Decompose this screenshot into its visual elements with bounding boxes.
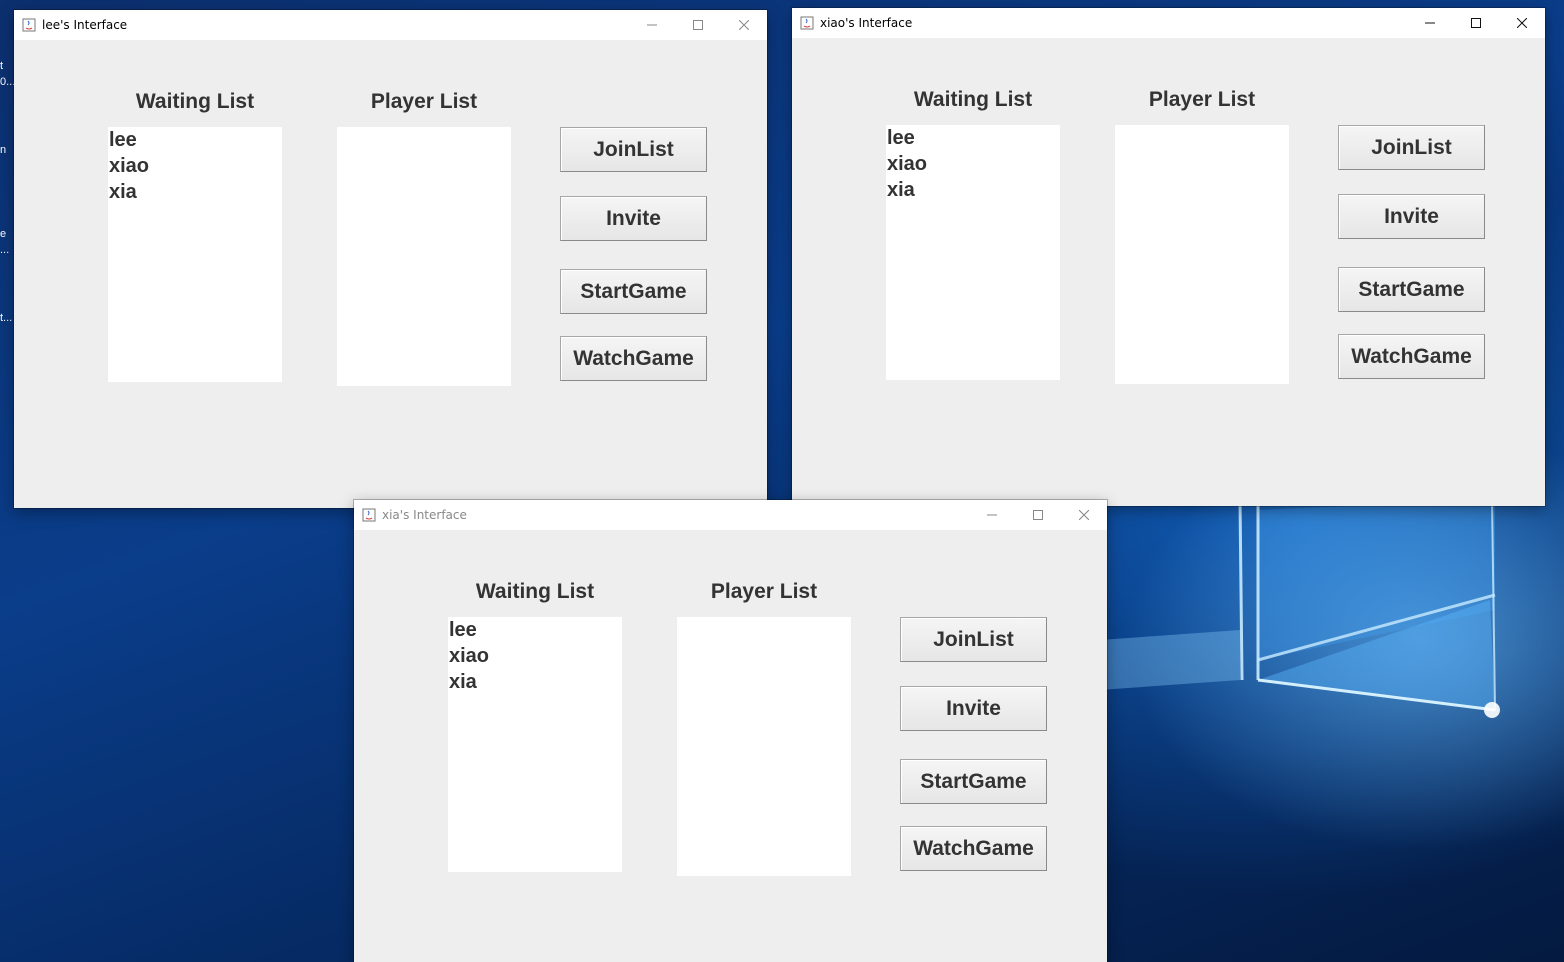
invite-button[interactable]: Invite: [900, 686, 1047, 731]
waiting-list[interactable]: lee xiao xia: [886, 125, 1060, 380]
title-bar[interactable]: xia's Interface: [354, 500, 1107, 530]
startgame-button[interactable]: StartGame: [560, 269, 707, 314]
joinlist-button[interactable]: JoinList: [900, 617, 1047, 662]
close-button[interactable]: [721, 10, 767, 40]
minimize-button[interactable]: [969, 500, 1015, 530]
minimize-icon: [1425, 22, 1435, 24]
desktop-icon-label[interactable]: ...: [0, 244, 9, 256]
window-xia[interactable]: xia's Interface Waiting List Player List…: [354, 500, 1107, 962]
waiting-list[interactable]: lee xiao xia: [448, 617, 622, 872]
startgame-button[interactable]: StartGame: [1338, 267, 1485, 312]
minimize-button[interactable]: [629, 10, 675, 40]
invite-button[interactable]: Invite: [1338, 194, 1485, 239]
desktop-icon-label[interactable]: n: [0, 144, 6, 156]
maximize-button[interactable]: [675, 10, 721, 40]
joinlist-button[interactable]: JoinList: [1338, 125, 1485, 170]
java-icon: [22, 18, 36, 32]
player-list-heading: Player List: [370, 90, 478, 113]
close-button[interactable]: [1061, 500, 1107, 530]
window-xiao[interactable]: xiao's Interface Waiting List Player Lis…: [792, 8, 1545, 506]
close-icon: [739, 20, 749, 30]
list-item[interactable]: xiao: [108, 153, 282, 179]
list-item[interactable]: lee: [448, 617, 622, 643]
watchgame-button[interactable]: WatchGame: [900, 826, 1047, 871]
waiting-list-heading: Waiting List: [475, 580, 595, 603]
watchgame-button[interactable]: WatchGame: [1338, 334, 1485, 379]
player-list[interactable]: [1115, 125, 1289, 384]
list-item[interactable]: lee: [886, 125, 1060, 151]
maximize-icon: [693, 20, 703, 30]
desktop-icon-label[interactable]: e: [0, 228, 6, 240]
java-icon: [362, 508, 376, 522]
player-list[interactable]: [337, 127, 511, 386]
watchgame-button[interactable]: WatchGame: [560, 336, 707, 381]
window-title: xia's Interface: [382, 508, 467, 522]
desktop-icon-label[interactable]: 0...: [0, 76, 15, 88]
waiting-list-heading: Waiting List: [135, 90, 255, 113]
window-title: lee's Interface: [42, 18, 128, 32]
title-bar[interactable]: lee's Interface: [14, 10, 767, 40]
minimize-icon: [987, 514, 997, 516]
joinlist-button[interactable]: JoinList: [560, 127, 707, 172]
list-item[interactable]: xia: [448, 669, 622, 695]
player-list-heading: Player List: [1148, 88, 1256, 111]
list-item[interactable]: xia: [886, 177, 1060, 203]
java-icon: [800, 16, 814, 30]
list-item[interactable]: xia: [108, 179, 282, 205]
close-icon: [1517, 18, 1527, 28]
list-item[interactable]: lee: [108, 127, 282, 153]
maximize-icon: [1471, 18, 1481, 28]
list-item[interactable]: xiao: [886, 151, 1060, 177]
window-lee[interactable]: lee's Interface Waiting List Player List…: [14, 10, 767, 508]
title-bar[interactable]: xiao's Interface: [792, 8, 1545, 38]
minimize-icon: [647, 24, 657, 26]
close-button[interactable]: [1499, 8, 1545, 38]
desktop-icon-label[interactable]: t: [0, 60, 3, 72]
close-icon: [1079, 510, 1089, 520]
waiting-list-heading: Waiting List: [913, 88, 1033, 111]
maximize-button[interactable]: [1015, 500, 1061, 530]
desktop-icon-label[interactable]: t...: [0, 312, 12, 324]
maximize-button[interactable]: [1453, 8, 1499, 38]
window-title: xiao's Interface: [820, 16, 913, 30]
startgame-button[interactable]: StartGame: [900, 759, 1047, 804]
windows-logo-icon: [1100, 500, 1500, 718]
invite-button[interactable]: Invite: [560, 196, 707, 241]
maximize-icon: [1033, 510, 1043, 520]
player-list[interactable]: [677, 617, 851, 876]
minimize-button[interactable]: [1407, 8, 1453, 38]
list-item[interactable]: xiao: [448, 643, 622, 669]
waiting-list[interactable]: lee xiao xia: [108, 127, 282, 382]
player-list-heading: Player List: [710, 580, 818, 603]
